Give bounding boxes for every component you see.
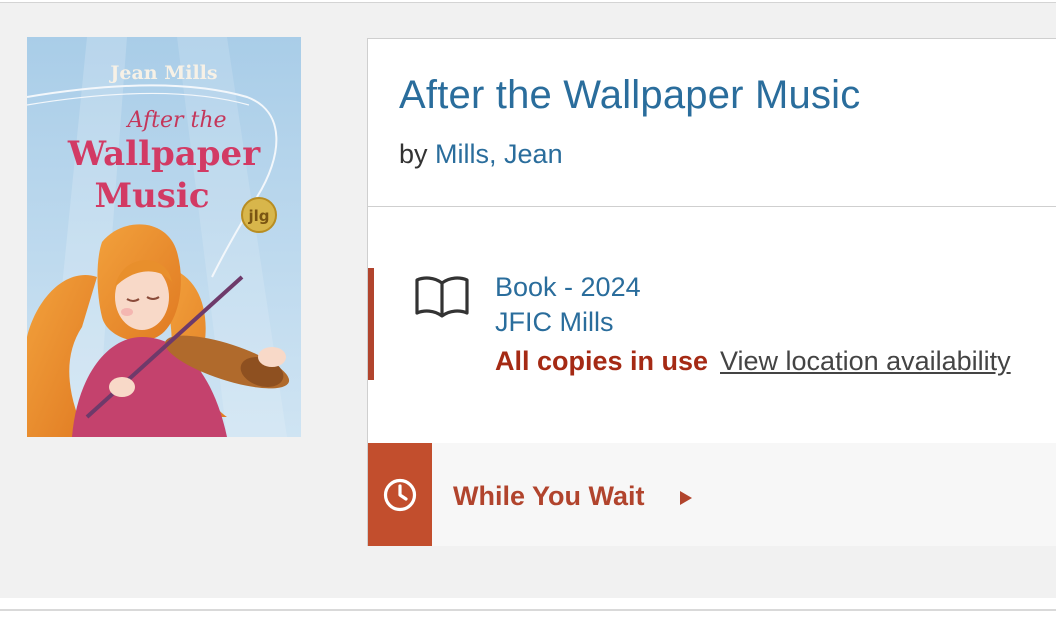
book-icon xyxy=(415,276,469,318)
byline: by Mills, Jean xyxy=(399,139,563,170)
book-title-link[interactable]: After the Wallpaper Music xyxy=(399,73,860,118)
cover-author-text: Jean Mills xyxy=(108,62,217,84)
section-divider xyxy=(0,609,1056,611)
cover-title-line2: Wallpaper xyxy=(67,134,261,174)
clock-icon xyxy=(383,478,417,511)
by-label: by xyxy=(399,139,428,169)
cover-title-line1: After the xyxy=(125,108,226,133)
caret-right-icon xyxy=(680,491,692,505)
cover-badge: jlg xyxy=(247,207,269,225)
while-you-wait-button[interactable]: While You Wait xyxy=(368,443,1056,546)
while-you-wait-label: While You Wait xyxy=(453,481,645,511)
search-result-panel: Jean Mills After the Wallpaper Music jlg… xyxy=(0,2,1056,598)
view-location-availability-link[interactable]: View location availability xyxy=(720,346,1011,377)
cover-title-line3: Music xyxy=(94,176,209,216)
availability-indicator-bar xyxy=(368,268,374,380)
format-link[interactable]: Book - 2024 xyxy=(495,272,641,303)
result-card: After the Wallpaper Music by Mills, Jean… xyxy=(367,38,1056,546)
call-number[interactable]: JFIC Mills xyxy=(495,307,613,338)
book-cover-image[interactable]: Jean Mills After the Wallpaper Music jlg xyxy=(27,37,301,437)
divider xyxy=(368,206,1056,207)
availability-status: All copies in use xyxy=(495,346,709,376)
author-link[interactable]: Mills, Jean xyxy=(435,139,563,169)
while-you-wait-icon-box xyxy=(368,443,432,546)
